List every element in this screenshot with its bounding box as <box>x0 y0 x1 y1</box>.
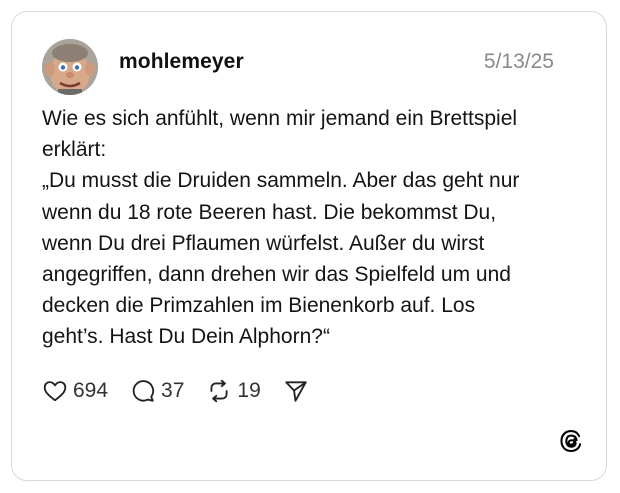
post-text: Wie es sich anfühlt, wenn mir jemand ein… <box>42 107 520 349</box>
post-date: 5/13/25 <box>483 50 554 73</box>
repost-button[interactable]: 19 <box>206 378 261 404</box>
post-card: mohlemeyer 5/13/25 Wie es sich anfühlt, … <box>11 11 607 481</box>
username[interactable]: mohlemeyer <box>119 50 244 74</box>
send-icon <box>285 381 307 402</box>
action-bar: 694 37 19 <box>42 377 331 405</box>
avatar-image <box>42 39 98 95</box>
repost-count: 19 <box>237 379 261 402</box>
avatar[interactable] <box>42 39 98 95</box>
reply-count: 37 <box>161 379 185 402</box>
heart-icon <box>43 381 67 402</box>
like-count: 694 <box>73 379 109 402</box>
speech-bubble-icon <box>132 380 155 402</box>
share-button[interactable] <box>283 378 309 404</box>
threads-logo-icon <box>558 428 584 454</box>
repost-arrows-icon <box>210 379 228 403</box>
like-button[interactable]: 694 <box>42 378 108 404</box>
reply-button[interactable]: 37 <box>130 378 184 404</box>
